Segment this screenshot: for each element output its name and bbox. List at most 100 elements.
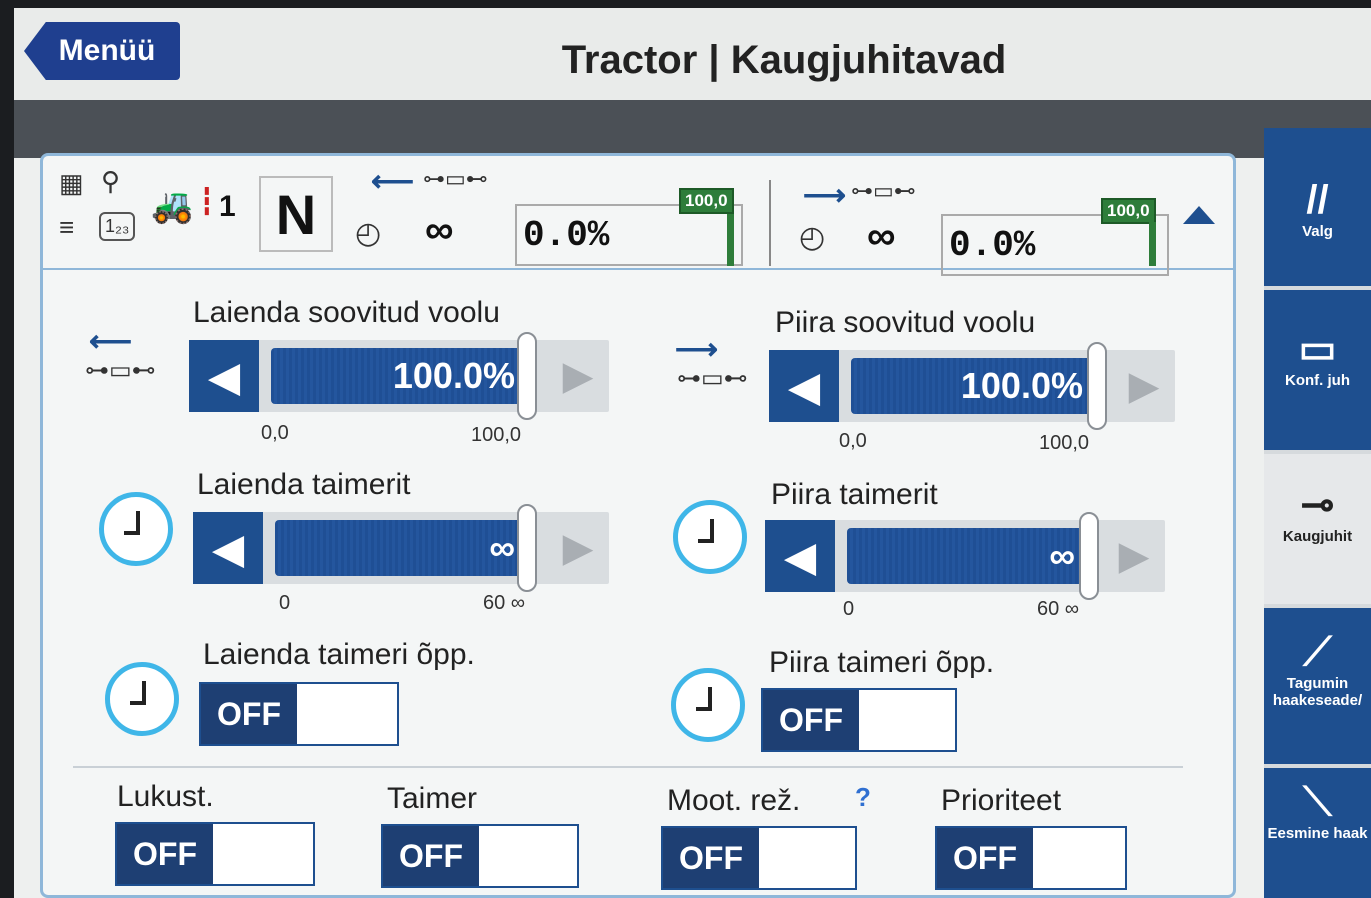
increase-button[interactable]: ▶ <box>1109 350 1179 422</box>
collapse-up-icon[interactable] <box>1183 206 1215 224</box>
priority-toggle[interactable]: OFF <box>935 826 1127 890</box>
increase-button[interactable]: ▶ <box>1099 520 1169 592</box>
engine-mode-label: Moot. rež. <box>667 784 801 817</box>
engine-mode-toggle[interactable]: OFF <box>661 826 857 890</box>
range-number: 1 <box>219 190 236 223</box>
clock-icon <box>105 662 179 736</box>
slider-value: 100.0% <box>392 355 515 396</box>
cylinder-icon: ⊶▭⊷ <box>677 365 748 392</box>
nav-item-kaugjuhit[interactable]: ⊸ Kaugjuhit <box>1264 454 1371 604</box>
left-flow-flag: 100,0 <box>679 188 734 214</box>
right-nav-panel: // Valg ▭ Konf. juh ⊸ Kaugjuhit ⟋ Tagumi… <box>1264 128 1371 898</box>
front-hitch-icon: ⟍ <box>1303 780 1332 824</box>
toggle-state: OFF <box>937 828 1033 888</box>
right-flow-flag: 100,0 <box>1101 198 1156 224</box>
status-divider <box>769 180 771 266</box>
cylinder-icon: ⊶▭⊷ <box>851 178 916 203</box>
extend-flow-slider[interactable]: ◀ 100.0% ▶ <box>189 332 609 420</box>
arrow-right-icon: ⟶ <box>675 333 719 366</box>
decrease-button[interactable]: ◀ <box>769 350 839 422</box>
slider-value: ∞ <box>489 527 515 568</box>
slider-track: ∞ <box>275 520 527 576</box>
right-timer-value: ∞ <box>867 214 896 258</box>
status-bar: ▦ ⚲ ≡ 1₂₃ 🚜 ┇ 1 N ⟵ ⊶▭⊷ ◴ ∞ 0.0% 100,0 ⟶… <box>43 156 1233 276</box>
cylinder-icon: ⊶▭⊷ <box>85 357 156 384</box>
remote-valve-panel: ▦ ⚲ ≡ 1₂₃ 🚜 ┇ 1 N ⟵ ⊶▭⊷ ◴ ∞ 0.0% 100,0 ⟶… <box>40 153 1236 898</box>
lock-toggle[interactable]: OFF <box>115 822 315 886</box>
retract-timer-slider[interactable]: ◀ ∞ ▶ <box>765 512 1165 600</box>
hydraulic-icon: ┇ <box>199 186 215 216</box>
timer-toggle[interactable]: OFF <box>381 824 579 888</box>
tractor-screen: Menüü Tractor | Kaugjuhitavad // Valg ▭ … <box>14 8 1371 898</box>
retract-flow-label: Piira soovitud voolu <box>775 306 1036 339</box>
slider-value: 100.0% <box>960 365 1083 406</box>
extend-timer-label: Laienda taimerit <box>197 468 411 501</box>
toggle-state: OFF <box>663 828 759 888</box>
extend-timer-max: 60 ∞ <box>483 592 526 614</box>
extend-learn-label: Laienda taimeri õpp. <box>203 638 475 671</box>
retract-timer-label: Piira taimerit <box>771 478 938 511</box>
retract-learn-toggle[interactable]: OFF <box>761 688 957 752</box>
menu-back-button[interactable]: Menüü <box>24 22 180 80</box>
arrow-right-icon: ⟶ <box>803 179 847 212</box>
decrease-button[interactable]: ◀ <box>193 512 263 584</box>
slider-track: 100.0% <box>271 348 527 404</box>
cylinder-icon: ⊶▭⊷ <box>423 166 488 191</box>
extend-timer-slider[interactable]: ◀ ∞ ▶ <box>193 504 609 592</box>
nav-item-label: Tagumin haakeseade/ <box>1272 675 1363 709</box>
slider-thumb[interactable] <box>1079 512 1099 600</box>
toggle-state: OFF <box>117 824 213 884</box>
nav-item-valg[interactable]: // Valg <box>1264 128 1371 286</box>
nav-item-label: Eesmine haak <box>1267 825 1368 842</box>
nav-item-tagumine[interactable]: ⟋ Tagumin haakeseade/ <box>1264 608 1371 764</box>
toggle-state: OFF <box>383 826 479 886</box>
arrow-left-icon: ⟵ <box>371 165 415 198</box>
nav-item-konf[interactable]: ▭ Konf. juh <box>1264 290 1371 450</box>
page-title: Tractor | Kaugjuhitavad <box>561 38 1007 82</box>
retract-flow-min: 0,0 <box>839 430 867 452</box>
increase-button[interactable]: ▶ <box>543 512 613 584</box>
slider-thumb[interactable] <box>517 332 537 420</box>
slider-thumb[interactable] <box>517 504 537 592</box>
retract-flow-max: 100,0 <box>1039 432 1090 454</box>
help-icon[interactable]: ? <box>855 782 871 813</box>
clock-icon <box>99 492 173 566</box>
slider-track: 100.0% <box>851 358 1095 414</box>
header-shadow-band <box>14 100 1371 158</box>
slider-track: ∞ <box>847 528 1087 584</box>
extend-flow-min: 0,0 <box>261 422 289 444</box>
retract-flow-slider[interactable]: ◀ 100.0% ▶ <box>769 342 1175 430</box>
nav-item-label: Valg <box>1302 223 1333 240</box>
slash-icon: // <box>1306 178 1329 222</box>
decrease-button[interactable]: ◀ <box>189 340 259 412</box>
clock-icon: ◴ <box>799 221 826 254</box>
wrench-icon: ⚲ <box>101 166 121 196</box>
sequence-icon: 1₂₃ <box>99 212 136 241</box>
increase-button[interactable]: ▶ <box>543 340 613 412</box>
extend-learn-toggle[interactable]: OFF <box>199 682 399 746</box>
nav-item-label: Konf. juh <box>1285 372 1350 389</box>
spring-icon: ≡ <box>59 212 75 242</box>
right-flag-pole <box>1149 222 1156 266</box>
extend-flow-max: 100,0 <box>471 424 522 446</box>
priority-label: Prioriteet <box>941 784 1062 817</box>
nav-item-label: Kaugjuhit <box>1282 528 1353 545</box>
clock-icon <box>673 500 747 574</box>
nav-item-eesmine[interactable]: ⟍ Eesmine haak <box>1264 768 1371 898</box>
section-divider <box>73 766 1183 768</box>
slider-thumb[interactable] <box>1087 342 1107 430</box>
lock-label: Lukust. <box>117 780 214 813</box>
timer-label: Taimer <box>387 782 478 815</box>
hitch-arm-icon: ⟋ <box>1303 630 1332 674</box>
toggle-state: OFF <box>763 690 859 750</box>
left-timer-value: ∞ <box>425 208 454 252</box>
decrease-button[interactable]: ◀ <box>765 520 835 592</box>
slider-value: ∞ <box>1049 535 1075 576</box>
clock-icon <box>671 668 745 742</box>
extend-timer-min: 0 <box>279 592 291 614</box>
clock-icon: ◴ <box>355 217 382 250</box>
calculator-icon: ▦ <box>59 168 84 198</box>
gear-indicator: N <box>259 176 333 252</box>
arrow-left-icon: ⟵ <box>89 325 133 358</box>
tractor-icon: 🚜 <box>151 187 194 225</box>
